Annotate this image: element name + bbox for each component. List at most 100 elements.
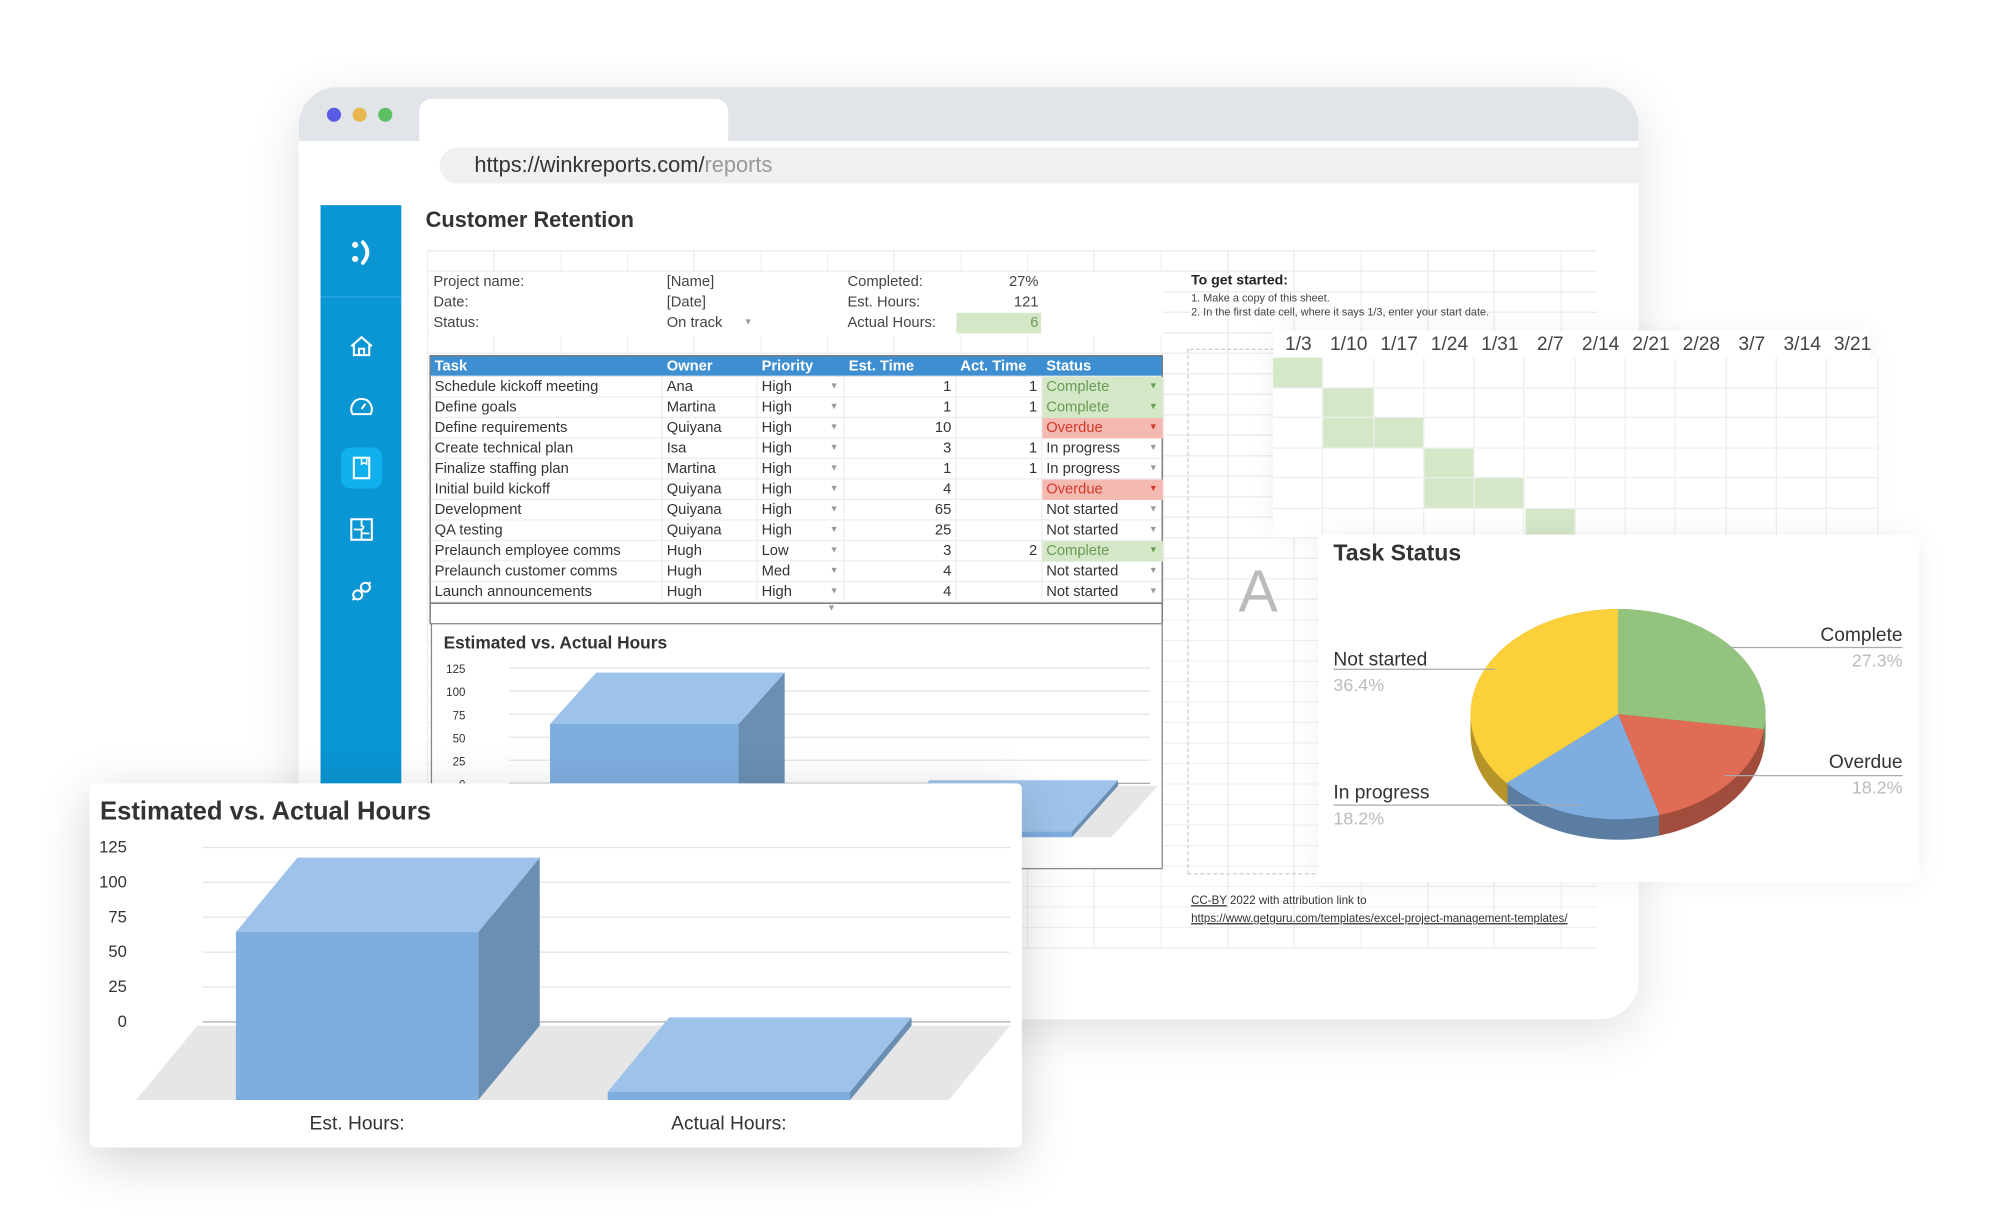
cell-owner: Martina — [663, 458, 758, 480]
y-tick-label: 25 — [453, 756, 466, 768]
bar-est-hours[interactable] — [235, 857, 540, 1101]
pie-percent-label: 27.3% — [1852, 651, 1903, 671]
gantt-cell — [1726, 387, 1777, 418]
cell-status[interactable]: Not started ▼ — [1042, 500, 1165, 521]
table-row: Development Quiyana High ▼ 65 Not started ▼ — [430, 500, 1165, 521]
gantt-bar-cell — [1273, 357, 1324, 388]
gantt-cell — [1726, 478, 1777, 509]
cell-priority[interactable]: High ▼ — [758, 520, 845, 542]
gantt-bar-cell — [1474, 478, 1526, 509]
gantt-cell — [1827, 387, 1878, 418]
column-header-priority[interactable]: Priority — [758, 356, 845, 377]
wink-logo-icon[interactable] — [349, 238, 375, 266]
gantt-cell — [1525, 387, 1576, 418]
cell-priority[interactable]: High ▼ — [758, 376, 845, 398]
status-label: Status: — [433, 315, 480, 331]
x-category-label: Est. Hours: — [310, 1114, 405, 1135]
cell-status[interactable]: Overdue ▼ — [1042, 479, 1165, 501]
cell-act-time — [956, 561, 1043, 583]
cell-status[interactable]: In progress ▼ — [1042, 438, 1165, 459]
sidebar-item-home[interactable] — [341, 326, 382, 367]
pie-slice-complete[interactable] — [1618, 608, 1766, 730]
stage: https://winkreports.com/reports Customer… — [0, 0, 2000, 1232]
cell-owner: Quiyana — [663, 417, 758, 439]
column-header-owner[interactable]: Owner — [663, 356, 758, 377]
cell-owner: Isa — [663, 438, 758, 459]
project-status-select[interactable]: On track ▼ — [667, 313, 757, 334]
column-header-act-time[interactable]: Act. Time — [956, 356, 1042, 377]
cell-task: Prelaunch employee comms — [431, 541, 663, 562]
attribution-link[interactable]: https://www.getguru.com/templates/excel-… — [1191, 912, 1567, 925]
window-maximize-dot[interactable] — [378, 107, 393, 122]
cell-task: Prelaunch customer comms — [431, 561, 663, 583]
license-link[interactable]: CC-BY — [1191, 894, 1227, 907]
cell-priority[interactable]: High ▼ — [758, 479, 845, 501]
y-tick-label: 25 — [108, 977, 127, 996]
gantt-cell — [1474, 357, 1526, 388]
cell-priority[interactable]: High ▼ — [758, 397, 845, 418]
dashboard-gauge-icon — [350, 397, 373, 416]
owner-value: Hugh — [666, 564, 702, 580]
project-name-value[interactable]: [Name] — [667, 272, 715, 293]
column-header-est-time[interactable]: Est. Time — [845, 356, 957, 377]
gantt-cell — [1726, 357, 1777, 388]
table-header-row: Task Owner Priority Est. Time Act. Time Statu… — [430, 356, 1164, 377]
cell-priority[interactable]: High ▼ — [758, 438, 845, 459]
chevron-down-icon: ▼ — [829, 484, 839, 494]
est-time-value: 3 — [943, 543, 952, 559]
est-hours-value: 121 — [1013, 294, 1039, 311]
column-header-status[interactable]: Status — [1042, 356, 1164, 377]
cell-status[interactable]: Complete ▼ — [1042, 376, 1165, 398]
gantt-cell — [1323, 357, 1374, 388]
owner-value: Martina — [666, 400, 716, 416]
y-tick-label: 125 — [446, 664, 465, 676]
sidebar-item-reports[interactable] — [341, 447, 383, 489]
cell-priority[interactable]: Med ▼ — [758, 561, 845, 583]
gantt-cell — [1575, 478, 1626, 509]
cell-status[interactable]: Not started ▼ — [1042, 582, 1165, 603]
cell-est-time: 1 — [845, 397, 957, 418]
cell-act-time — [956, 479, 1043, 501]
chevron-down-icon: ▼ — [829, 587, 839, 597]
cell-priority[interactable]: High ▼ — [758, 582, 845, 603]
column-header-task[interactable]: Task — [431, 356, 663, 377]
window-minimize-dot[interactable] — [352, 107, 367, 122]
cell-status[interactable]: Complete ▼ — [1042, 397, 1165, 418]
sidebar-item-connections[interactable] — [341, 571, 382, 612]
cell-status[interactable]: Overdue ▼ — [1042, 417, 1165, 439]
gantt-cell — [1575, 357, 1626, 388]
sidebar-item-dashboard[interactable] — [341, 387, 382, 428]
cell-status[interactable]: Not started ▼ — [1042, 561, 1165, 583]
sidebar-item-integrations[interactable] — [341, 509, 382, 550]
cell-priority[interactable]: Low ▼ — [758, 541, 845, 562]
browser-tab[interactable] — [419, 98, 729, 151]
cell-status[interactable]: Complete ▼ — [1042, 541, 1165, 562]
cell-owner: Hugh — [663, 541, 758, 562]
window-close-dot[interactable] — [326, 107, 342, 122]
address-bar[interactable]: https://winkreports.com/reports — [439, 147, 1639, 184]
cell-priority[interactable]: High ▼ — [758, 458, 845, 480]
act-time-value: 1 — [1029, 441, 1038, 457]
cell-est-time: 25 — [845, 520, 957, 542]
chevron-down-icon: ▼ — [1148, 484, 1158, 494]
report-book-icon — [352, 456, 371, 480]
task-value: Prelaunch employee comms — [434, 543, 621, 559]
cell-status[interactable]: In progress ▼ — [1042, 458, 1165, 480]
date-value[interactable]: [Date] — [667, 292, 706, 313]
cell-act-time: 1 — [956, 438, 1043, 459]
cell-task: Launch announcements — [431, 582, 663, 603]
task-value: Prelaunch customer comms — [434, 564, 618, 580]
cell-priority[interactable]: High ▼ — [758, 417, 845, 439]
gantt-cell — [1625, 387, 1677, 418]
home-icon — [350, 335, 373, 357]
task-value: Define goals — [434, 400, 517, 416]
chevron-down-icon: ▼ — [1148, 464, 1158, 474]
cell-priority[interactable]: High ▼ — [758, 500, 845, 521]
chevron-down-icon: ▼ — [829, 443, 839, 453]
chevron-down-icon: ▼ — [1148, 525, 1158, 535]
est-time-value: 10 — [934, 420, 952, 436]
gantt-date-header: 1/10 — [1329, 333, 1368, 356]
task-value: Initial build kickoff — [434, 482, 550, 498]
gantt-cell — [1676, 357, 1727, 388]
cell-status[interactable]: Not started ▼ — [1042, 520, 1165, 542]
